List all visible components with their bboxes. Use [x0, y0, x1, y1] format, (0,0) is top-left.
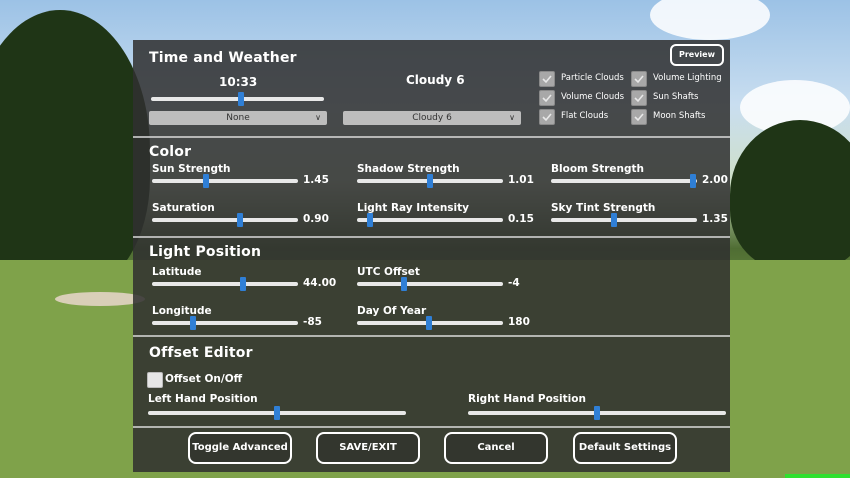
check-icon: [634, 113, 644, 122]
slider-thumb[interactable]: [189, 316, 196, 330]
slider-value: -85: [303, 316, 322, 328]
left-hand-slider[interactable]: [148, 406, 406, 420]
slider-thumb[interactable]: [427, 174, 433, 188]
light-position-section: Light Position Latitude 44.00 UTC Offset -4…: [133, 238, 730, 334]
check-icon: [634, 75, 644, 84]
slider-value: 180: [508, 316, 530, 328]
value-slider[interactable]: [152, 174, 298, 188]
cloud-option-label: Flat Clouds: [561, 111, 609, 121]
time-slider-thumb[interactable]: [237, 92, 244, 106]
value-slider[interactable]: [357, 174, 503, 188]
save-exit-button[interactable]: SAVE/EXIT: [316, 432, 420, 464]
tree-line-left: [0, 10, 150, 290]
check-icon: [542, 75, 552, 84]
value-slider[interactable]: [152, 277, 298, 291]
chevron-down-icon: ∨: [315, 113, 321, 122]
time-weather-title: Time and Weather: [149, 50, 297, 66]
light-position-title: Light Position: [149, 244, 262, 260]
slider-label: Day Of Year: [357, 305, 427, 317]
sand-bunker: [55, 292, 145, 306]
slider-value: 1.45: [303, 174, 329, 186]
toggle-advanced-button[interactable]: Toggle Advanced: [188, 432, 292, 464]
cloud-option-checkbox[interactable]: [631, 109, 647, 125]
weather-dropdown[interactable]: Cloudy 6 ∨: [343, 111, 521, 125]
cloud-option-label: Particle Clouds: [561, 73, 624, 83]
right-hand-label: Right Hand Position: [468, 393, 586, 405]
value-slider[interactable]: [357, 316, 503, 330]
value-slider[interactable]: [152, 213, 298, 227]
offset-toggle-label: Offset On/Off: [165, 373, 243, 385]
slider-value: 1.01: [508, 174, 534, 186]
slider-label: Light Ray Intensity: [357, 202, 470, 214]
slider-thumb[interactable]: [610, 213, 617, 227]
cloud-option-checkbox[interactable]: [539, 109, 555, 125]
default-settings-button[interactable]: Default Settings: [573, 432, 677, 464]
slider-value: 2.00: [702, 174, 728, 186]
cloud-option-checkbox[interactable]: [539, 71, 555, 87]
cloud-option-checkbox[interactable]: [631, 71, 647, 87]
cloud-option-checkbox[interactable]: [539, 90, 555, 106]
slider-label: Bloom Strength: [551, 163, 644, 175]
slider-value: 0.15: [508, 213, 534, 225]
time-slider[interactable]: [151, 92, 324, 106]
check-icon: [634, 94, 644, 103]
left-hand-slider-thumb[interactable]: [274, 406, 280, 420]
offset-editor-section: Offset Editor Offset On/Off Left Hand Po…: [133, 337, 730, 427]
cloud-option-label: Moon Shafts: [653, 111, 706, 121]
left-hand-label: Left Hand Position: [148, 393, 258, 405]
slider-value: 0.90: [303, 213, 329, 225]
color-section: Color Sun Strength 1.45 Shadow Strength 1.0…: [133, 138, 730, 234]
slider-label: Shadow Strength: [357, 163, 460, 175]
weather-dropdown-value: Cloudy 6: [412, 113, 452, 123]
time-dropdown[interactable]: None ∨: [149, 111, 327, 125]
value-slider[interactable]: [551, 174, 697, 188]
slider-thumb[interactable]: [367, 213, 374, 227]
slider-thumb[interactable]: [400, 277, 407, 291]
preview-button[interactable]: Preview: [670, 44, 724, 66]
slider-label: Saturation: [152, 202, 215, 214]
value-slider[interactable]: [152, 316, 298, 330]
chevron-down-icon: ∨: [509, 113, 515, 122]
right-hand-slider[interactable]: [468, 406, 726, 420]
cloud: [650, 0, 770, 40]
tree-line-right: [730, 120, 850, 270]
slider-label: UTC Offset: [357, 266, 420, 278]
slider-label: Latitude: [152, 266, 202, 278]
cloud-option-label: Sun Shafts: [653, 92, 699, 102]
slider-value: 44.00: [303, 277, 337, 289]
slider-label: Longitude: [152, 305, 212, 317]
check-icon: [542, 94, 552, 103]
slider-thumb[interactable]: [689, 174, 696, 188]
offset-toggle-checkbox[interactable]: [147, 372, 163, 388]
value-slider[interactable]: [357, 213, 503, 227]
slider-thumb[interactable]: [236, 213, 243, 227]
cloud-option-label: Volume Clouds: [561, 92, 625, 102]
cloud-option-label: Volume Lighting: [653, 73, 722, 83]
cloud-option-checkbox[interactable]: [631, 90, 647, 106]
slider-label: Sun Strength: [152, 163, 231, 175]
slider-label: Sky Tint Strength: [551, 202, 656, 214]
check-icon: [542, 113, 552, 122]
settings-panel: Time and Weather Preview 10:33 None ∨ Cl…: [133, 40, 730, 472]
right-hand-slider-thumb[interactable]: [594, 406, 600, 420]
slider-value: 1.35: [702, 213, 728, 225]
time-value: 10:33: [219, 75, 258, 89]
value-slider[interactable]: [551, 213, 697, 227]
offset-editor-title: Offset Editor: [149, 345, 253, 361]
slider-thumb[interactable]: [203, 174, 210, 188]
weather-preset-title: Cloudy 6: [406, 73, 465, 87]
time-weather-section: Time and Weather Preview 10:33 None ∨ Cl…: [133, 40, 730, 136]
value-slider[interactable]: [357, 277, 503, 291]
section-divider: [133, 426, 730, 428]
status-indicator: [785, 474, 850, 478]
color-title: Color: [149, 144, 192, 160]
slider-thumb[interactable]: [425, 316, 432, 330]
slider-thumb[interactable]: [239, 277, 246, 291]
cancel-button[interactable]: Cancel: [444, 432, 548, 464]
slider-value: -4: [508, 277, 520, 289]
time-dropdown-value: None: [226, 113, 250, 123]
